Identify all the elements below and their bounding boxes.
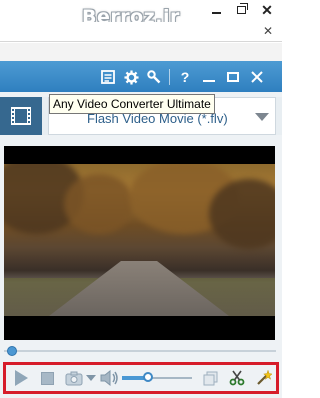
app-titlebar: ? xyxy=(0,61,282,92)
format-category-button[interactable] xyxy=(0,97,42,135)
minimize-icon xyxy=(203,80,215,82)
outer-window-titlebar: Berroz.ir ✕ xyxy=(0,0,282,28)
stop-button[interactable] xyxy=(38,369,56,387)
outer-minimize-button[interactable] xyxy=(205,2,227,18)
divider-strip xyxy=(0,43,282,61)
magic-wand-icon xyxy=(257,370,272,385)
video-frame xyxy=(4,164,275,316)
clip-button[interactable] xyxy=(202,369,218,387)
settings-button[interactable] xyxy=(122,68,140,86)
seek-handle[interactable] xyxy=(7,346,17,356)
copy-icon xyxy=(203,371,217,385)
stop-icon xyxy=(40,371,54,385)
app-name-tooltip: Any Video Converter Ultimate xyxy=(49,94,215,114)
camera-icon xyxy=(65,371,83,385)
outer-close-button[interactable]: ✕ xyxy=(256,2,278,18)
app-maximize-button[interactable] xyxy=(224,68,242,86)
player-controls xyxy=(3,362,279,394)
video-preview[interactable] xyxy=(4,146,275,340)
speaker-icon xyxy=(100,370,118,386)
play-icon xyxy=(14,370,28,386)
scissors-icon xyxy=(229,370,245,386)
tree-shape xyxy=(209,179,275,249)
play-button[interactable] xyxy=(12,369,30,387)
tools-button[interactable] xyxy=(145,68,163,86)
trim-button[interactable] xyxy=(228,369,246,387)
profile-button[interactable] xyxy=(99,68,117,86)
snapshot-options-button[interactable] xyxy=(86,369,96,387)
mute-button[interactable] xyxy=(99,369,119,387)
close-icon xyxy=(251,71,263,83)
gear-icon xyxy=(123,69,139,85)
screenshot: Berroz.ir ✕ ✕ ? Flash Video Movie (*.flv… xyxy=(0,0,282,398)
close-tab-icon[interactable]: ✕ xyxy=(263,24,273,38)
app-close-button[interactable] xyxy=(248,68,266,86)
restore-icon xyxy=(236,3,248,14)
outer-maximize-button[interactable] xyxy=(230,2,252,18)
seek-bar[interactable] xyxy=(4,346,276,356)
chevron-down-icon xyxy=(86,375,96,381)
film-strip-icon xyxy=(11,107,31,125)
chevron-down-icon xyxy=(255,113,269,121)
outer-toolbar: ✕ xyxy=(0,22,282,42)
volume-slider[interactable] xyxy=(122,369,192,387)
volume-handle[interactable] xyxy=(143,372,153,382)
minimize-icon xyxy=(211,12,221,14)
wrench-icon xyxy=(147,70,161,84)
tree-shape xyxy=(64,174,134,234)
help-button[interactable]: ? xyxy=(176,68,194,86)
effects-button[interactable] xyxy=(255,369,273,387)
snapshot-button[interactable] xyxy=(63,369,85,387)
close-icon: ✕ xyxy=(261,1,273,18)
maximize-icon xyxy=(227,72,239,82)
help-icon: ? xyxy=(180,69,190,85)
seek-track xyxy=(4,350,276,352)
app-minimize-button[interactable] xyxy=(200,68,218,86)
titlebar-separator xyxy=(169,69,170,85)
profile-icon xyxy=(101,70,115,84)
